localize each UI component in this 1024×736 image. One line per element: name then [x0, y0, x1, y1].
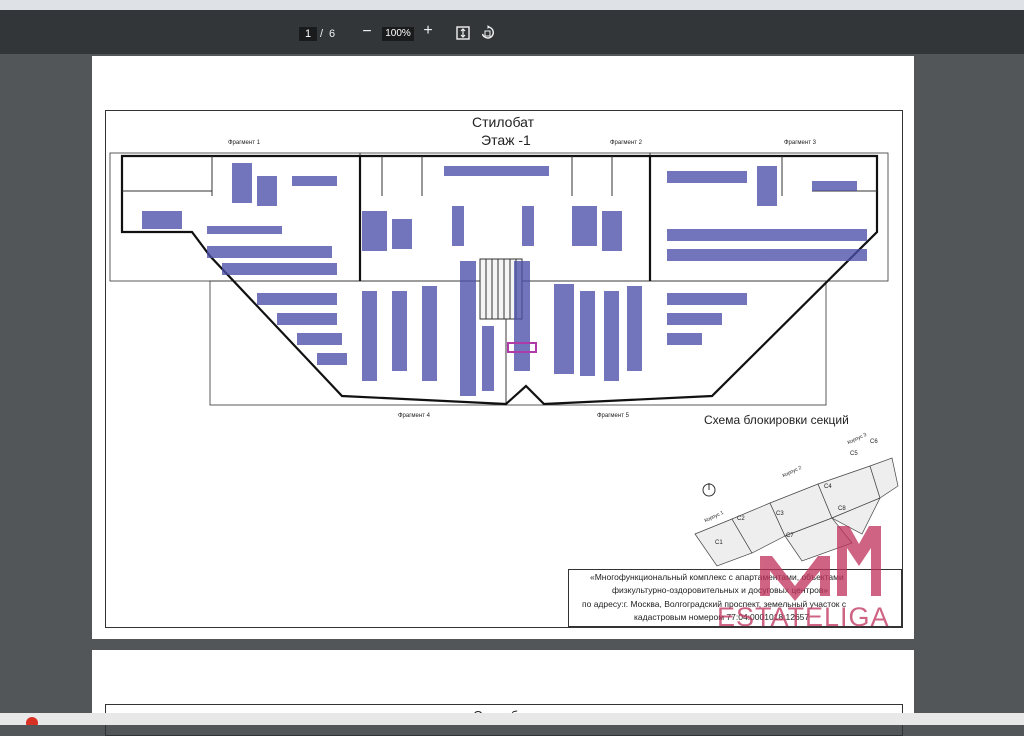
fit-to-page-icon[interactable]: [456, 26, 470, 43]
page-separator: /: [320, 28, 324, 40]
section-c4: С4: [824, 484, 832, 490]
app-icon[interactable]: [26, 717, 38, 725]
taskbar: [0, 713, 1024, 725]
section-c5: С5: [850, 451, 858, 457]
page-number-input[interactable]: 1: [299, 27, 317, 41]
stamp-line-2: физкультурно-оздоровительных и досуговых…: [612, 585, 829, 595]
rotate-icon[interactable]: [480, 25, 495, 43]
section-c8: С8: [838, 506, 846, 512]
stamp-line-3: по адресу:г. Москва, Волгоградский просп…: [582, 599, 847, 609]
section-c1: С1: [715, 540, 723, 546]
section-c2: С2: [737, 516, 745, 522]
stamp-line-1: «Многофункциональный комплекс с апартаме…: [590, 572, 844, 582]
browser-tab-strip: [0, 0, 1024, 10]
zoom-in-button[interactable]: +: [421, 22, 435, 40]
pdf-page-1: Стилобат Этаж -1 Фрагмент 1 Фрагмент 2 Ф…: [92, 56, 914, 639]
section-c6: С6: [870, 439, 878, 445]
zoom-level-input[interactable]: 100%: [382, 27, 414, 41]
stamp-line-4: кадастровым номером 77:04:0001018:12657: [634, 612, 810, 622]
section-scheme: [694, 457, 899, 567]
section-c3: С3: [776, 511, 784, 517]
pdf-toolbar: 1 / 6 − 100% +: [0, 10, 1024, 54]
section-c7: С7: [786, 533, 794, 539]
zoom-out-button[interactable]: −: [360, 23, 374, 41]
page-total: 6: [329, 28, 336, 40]
